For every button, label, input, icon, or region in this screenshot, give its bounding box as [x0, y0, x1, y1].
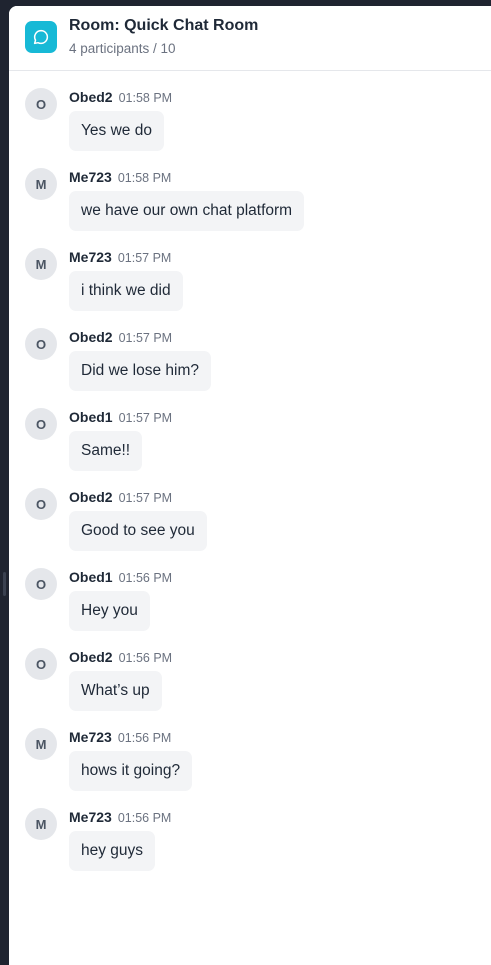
message-item: M Me723 01:58 PM we have our own chat pla… [9, 160, 491, 240]
message-item: M Me723 01:56 PM hows it going? [9, 720, 491, 800]
message-list: O Obed2 01:58 PM Yes we do M Me723 01:58 P… [9, 80, 491, 880]
message-bubble: Hey you [69, 591, 150, 631]
message-time: 01:57 PM [118, 331, 173, 345]
message-item: M Me723 01:57 PM i think we did [9, 240, 491, 320]
message-meta: Me723 01:57 PM [69, 249, 171, 267]
window-frame-left [0, 0, 9, 965]
message-item: O Obed1 01:57 PM Same!! [9, 400, 491, 480]
room-title: Room: Quick Chat Room [69, 17, 259, 34]
avatar: M [25, 168, 57, 200]
avatar: O [25, 328, 57, 360]
message-author: Me723 [69, 249, 112, 265]
message-meta: Obed2 01:56 PM [69, 649, 172, 667]
message-time: 01:57 PM [118, 491, 173, 505]
message-author: Obed1 [69, 409, 113, 425]
message-meta: Obed2 01:57 PM [69, 489, 172, 507]
message-author: Obed2 [69, 89, 113, 105]
message-author: Obed2 [69, 489, 113, 505]
message-item: O Obed2 01:57 PM Good to see you [9, 480, 491, 560]
message-author: Obed2 [69, 649, 113, 665]
avatar: O [25, 488, 57, 520]
message-item: O Obed2 01:58 PM Yes we do [9, 80, 491, 160]
message-author: Obed2 [69, 329, 113, 345]
chat-panel: Room: Quick Chat Room 4 participants / 1… [9, 6, 491, 965]
message-bubble: hows it going? [69, 751, 193, 791]
chat-bubble-icon [25, 21, 57, 53]
message-bubble: we have our own chat platform [69, 191, 305, 231]
participant-count: 4 participants / 10 [69, 41, 176, 56]
avatar: O [25, 568, 57, 600]
message-bubble: Did we lose him? [69, 351, 212, 391]
message-bubble: Good to see you [69, 511, 207, 551]
message-meta: Me723 01:56 PM [69, 809, 171, 827]
avatar: M [25, 248, 57, 280]
avatar: M [25, 808, 57, 840]
message-time: 01:57 PM [118, 411, 173, 425]
room-header: Room: Quick Chat Room 4 participants / 1… [9, 6, 491, 71]
message-meta: Obed1 01:57 PM [69, 409, 172, 427]
message-author: Obed1 [69, 569, 113, 585]
avatar: O [25, 648, 57, 680]
message-author: Me723 [69, 169, 112, 185]
message-meta: Obed2 01:57 PM [69, 329, 172, 347]
message-meta: Obed2 01:58 PM [69, 89, 172, 107]
message-item: O Obed1 01:56 PM Hey you [9, 560, 491, 640]
message-bubble: Yes we do [69, 111, 164, 151]
message-item: M Me723 01:56 PM hey guys [9, 800, 491, 880]
message-item: O Obed2 01:57 PM Did we lose him? [9, 320, 491, 400]
message-bubble: What’s up [69, 671, 162, 711]
message-bubble: Same!! [69, 431, 143, 471]
message-author: Me723 [69, 809, 112, 825]
message-bubble: hey guys [69, 831, 156, 871]
avatar: M [25, 728, 57, 760]
message-time: 01:58 PM [118, 91, 173, 105]
avatar: O [25, 88, 57, 120]
resize-handle[interactable] [3, 572, 6, 596]
message-time: 01:56 PM [118, 651, 173, 665]
message-meta: Obed1 01:56 PM [69, 569, 172, 587]
message-bubble: i think we did [69, 271, 183, 311]
message-time: 01:56 PM [117, 731, 172, 745]
message-meta: Me723 01:56 PM [69, 729, 171, 747]
message-item: O Obed2 01:56 PM What’s up [9, 640, 491, 720]
message-time: 01:56 PM [117, 811, 172, 825]
message-author: Me723 [69, 729, 112, 745]
avatar: O [25, 408, 57, 440]
message-time: 01:58 PM [117, 171, 172, 185]
message-meta: Me723 01:58 PM [69, 169, 171, 187]
message-time: 01:56 PM [118, 571, 173, 585]
message-time: 01:57 PM [117, 251, 172, 265]
